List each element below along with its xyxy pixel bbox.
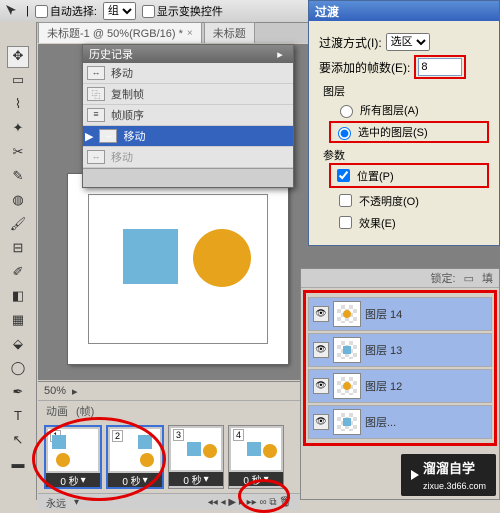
brush-tool[interactable]: 🖌: [7, 214, 29, 236]
lock-label: 锁定:: [431, 270, 456, 286]
move-icon: ↔: [87, 66, 105, 80]
timeline-panel: 50%▸ 动画(帧) 10 秒▾ 20 秒▾ 30 秒▾ 40 秒▾ 永远▾◂◂…: [38, 381, 300, 500]
move-icon: ↔: [99, 129, 117, 143]
frame-1[interactable]: 10 秒▾: [44, 425, 102, 489]
history-item[interactable]: ▶↔移动: [83, 126, 293, 147]
layer-row[interactable]: 👁图层 12: [308, 369, 492, 403]
duplicate-icon: ⿻: [87, 87, 105, 101]
eraser-tool[interactable]: ◧: [7, 286, 29, 308]
params-group-label: 参数: [323, 147, 489, 163]
frame-4[interactable]: 40 秒▾: [228, 425, 284, 489]
layer-row[interactable]: 👁图层 14: [308, 297, 492, 331]
path-tool[interactable]: ↖: [7, 430, 29, 452]
frames-label: 要添加的帧数(E):: [319, 59, 410, 76]
all-layers-radio[interactable]: 所有图层(A): [335, 102, 489, 118]
visibility-icon[interactable]: 👁: [313, 414, 329, 430]
wand-tool[interactable]: ✦: [7, 118, 29, 140]
visibility-icon[interactable]: 👁: [313, 306, 329, 322]
history-panel: 历史记录 ▸ ↔移动 ⿻复制帧 ≡帧顺序 ▶↔移动 ↔移动: [82, 44, 294, 188]
move-icon: ↔: [87, 150, 105, 164]
watermark: 溜溜自学zixue.3d66.com: [401, 454, 496, 496]
loop-dropdown[interactable]: 永远: [46, 495, 66, 510]
chevron-down-icon[interactable]: ▾: [81, 475, 86, 486]
move-tool-icon: [4, 3, 20, 19]
history-item[interactable]: ≡帧顺序: [83, 105, 293, 126]
healing-tool[interactable]: ◍: [7, 190, 29, 212]
blur-tool[interactable]: ⬙: [7, 334, 29, 356]
document-tab[interactable]: 未标题: [204, 22, 255, 43]
zoom-value[interactable]: 50%: [44, 385, 66, 397]
canvas[interactable]: [68, 174, 288, 364]
tab-animation[interactable]: 动画: [46, 403, 68, 419]
shape-tool[interactable]: ▬: [7, 454, 29, 476]
dodge-tool[interactable]: ◯: [7, 358, 29, 380]
pen-tool[interactable]: ✒: [7, 382, 29, 404]
orange-circle-shape: [193, 229, 251, 287]
history-item[interactable]: ↔移动: [83, 63, 293, 84]
history-brush-tool[interactable]: ✐: [7, 262, 29, 284]
document-tab[interactable]: 未标题-1 @ 50%(RGB/16) *×: [38, 22, 202, 43]
panel-menu-icon[interactable]: ▸: [273, 48, 287, 61]
eyedropper-tool[interactable]: ✎: [7, 166, 29, 188]
chevron-right-icon[interactable]: ▸: [72, 385, 78, 398]
crop-tool[interactable]: ✂: [7, 142, 29, 164]
layer-row[interactable]: 👁图层 13: [308, 333, 492, 367]
blue-square-shape: [123, 229, 178, 284]
opacity-checkbox[interactable]: 不透明度(O): [335, 191, 489, 210]
panel-title: 历史记录: [89, 46, 133, 62]
transition-dialog: 过渡 过渡方式(I): 选区 要添加的帧数(E): 图层 所有图层(A) 选中的…: [308, 0, 500, 246]
move-tool[interactable]: ✥: [7, 46, 29, 68]
effects-checkbox[interactable]: 效果(E): [335, 213, 489, 232]
layers-group-label: 图层: [323, 83, 489, 99]
frames-input[interactable]: [418, 58, 462, 76]
method-dropdown[interactable]: 选区: [386, 33, 430, 51]
marquee-tool[interactable]: ▭: [7, 70, 29, 92]
position-checkbox[interactable]: 位置(P): [333, 166, 485, 185]
auto-select-dropdown[interactable]: 组: [103, 2, 136, 20]
frame-2[interactable]: 20 秒▾: [106, 425, 164, 489]
selected-layers-radio[interactable]: 选中的图层(S): [333, 124, 485, 140]
close-icon[interactable]: ×: [187, 28, 193, 39]
frame-3[interactable]: 30 秒▾: [168, 425, 224, 489]
history-item[interactable]: ⿻复制帧: [83, 84, 293, 105]
visibility-icon[interactable]: 👁: [313, 342, 329, 358]
gradient-tool[interactable]: ▦: [7, 310, 29, 332]
stamp-tool[interactable]: ⊟: [7, 238, 29, 260]
auto-select-checkbox[interactable]: 自动选择:: [35, 3, 97, 19]
divider: |: [26, 5, 29, 17]
toolbox: ✥ ▭ ⌇ ✦ ✂ ✎ ◍ 🖌 ⊟ ✐ ◧ ▦ ⬙ ◯ ✒ T ↖ ▬: [0, 22, 37, 500]
play-icon: [411, 470, 419, 480]
visibility-icon[interactable]: 👁: [313, 378, 329, 394]
fill-label: 填: [482, 270, 493, 286]
show-transform-checkbox[interactable]: 显示变换控件: [142, 3, 223, 19]
dialog-title: 过渡: [309, 1, 499, 21]
lasso-tool[interactable]: ⌇: [7, 94, 29, 116]
tab-frames[interactable]: (帧): [76, 403, 94, 419]
method-label: 过渡方式(I):: [319, 34, 382, 51]
type-tool[interactable]: T: [7, 406, 29, 428]
layer-row[interactable]: 👁图层...: [308, 405, 492, 439]
order-icon: ≡: [87, 108, 105, 122]
history-item[interactable]: ↔移动: [83, 147, 293, 168]
history-footer: [83, 168, 293, 187]
